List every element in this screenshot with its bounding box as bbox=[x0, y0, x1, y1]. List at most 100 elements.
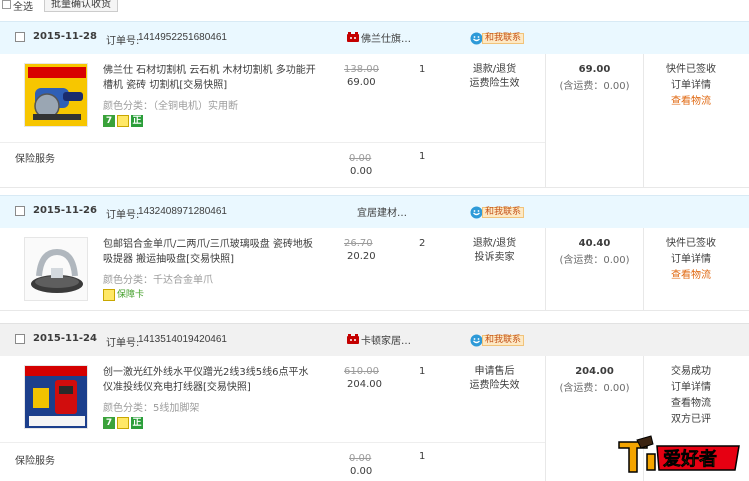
contact-label: 和我联系 bbox=[482, 335, 525, 346]
guarantee-card-label[interactable]: 保障卡 bbox=[117, 289, 144, 301]
quantity: 1 bbox=[419, 64, 426, 75]
shop-name-link[interactable]: 佛兰仕旗… bbox=[361, 30, 411, 45]
complain-seller-link[interactable]: 投诉卖家 bbox=[466, 251, 523, 265]
order-header: 2015-11-24 订单号: 1413514019420461 卡顿家居… 和… bbox=[0, 323, 749, 356]
order-detail-link[interactable]: 订单详情 bbox=[645, 78, 737, 94]
order-checkbox[interactable] bbox=[15, 206, 25, 216]
order-checkbox[interactable] bbox=[15, 32, 25, 42]
insurance-price: 0.00 bbox=[350, 166, 373, 177]
woodworking-logo-image: 爱好者 bbox=[618, 435, 740, 473]
shop-name-link[interactable]: 卡顿家居… bbox=[361, 332, 411, 347]
order-status: 快件已签收 订单详情 查看物流 bbox=[645, 236, 737, 284]
freight-insurance-link[interactable]: 运费险生效 bbox=[466, 77, 523, 91]
shop-name-link[interactable]: 宜居建材… bbox=[357, 204, 407, 219]
insurance-original-price: 0.00 bbox=[349, 453, 372, 464]
order-date: 2015-11-28 bbox=[33, 31, 97, 42]
order-item-row: 佛兰仕 石材切割机 云石机 木材切割机 多功能开槽机 瓷砖 切割机[交易快照] … bbox=[0, 54, 545, 142]
original-price: 26.70 bbox=[344, 238, 373, 249]
order-status: 快件已签收 订单详情 查看物流 bbox=[645, 62, 737, 110]
order-date: 2015-11-26 bbox=[33, 205, 97, 216]
order-checkbox[interactable] bbox=[15, 334, 25, 344]
total-price: 69.00 bbox=[578, 64, 611, 75]
after-sales-link[interactable]: 申请售后 bbox=[466, 365, 523, 379]
shipping-fee: (含运费：0.00) bbox=[559, 81, 630, 92]
insurance-row: 保险服务 0.00 0.00 1 bbox=[0, 443, 545, 481]
shipping-fee: (含运费：0.00) bbox=[559, 255, 630, 266]
insurance-row: 保险服务 0.00 0.00 1 bbox=[0, 143, 545, 188]
seven-day-return-icon[interactable]: 7 bbox=[103, 115, 115, 127]
gift-icon[interactable] bbox=[117, 417, 129, 429]
product-badges: 7正 bbox=[103, 417, 145, 430]
view-logistics-link[interactable]: 查看物流 bbox=[645, 396, 737, 412]
guarantee-card-icon[interactable] bbox=[103, 289, 115, 301]
tmall-shop-icon bbox=[347, 32, 359, 42]
batch-confirm-button[interactable]: 批量确认收货 bbox=[44, 0, 118, 12]
laser-level-image bbox=[25, 366, 87, 428]
order-total: 204.00 (含运费：0.00) bbox=[546, 366, 643, 394]
insurance-label: 保险服务 bbox=[15, 456, 55, 467]
select-all-checkbox[interactable] bbox=[2, 0, 11, 9]
view-logistics-link[interactable]: 查看物流 bbox=[645, 94, 737, 110]
order-item-row: 创一激光红外线水平仪蹭光2线3线5线6点平水仪准投线仪充电打线器[交易快照] 颜… bbox=[0, 356, 545, 442]
order-detail-link[interactable]: 订单详情 bbox=[645, 380, 737, 396]
insurance-label: 保险服务 bbox=[15, 154, 55, 165]
authentic-guarantee-icon[interactable]: 正 bbox=[131, 417, 143, 429]
product-title-link[interactable]: 创一激光红外线水平仪蹭光2线3线5线6点平水仪准投线仪充电打线器[交易快照] bbox=[103, 365, 318, 395]
watermark-logo: 爱好者 bbox=[617, 434, 743, 474]
order-date: 2015-11-24 bbox=[33, 333, 97, 344]
insurance-quantity: 1 bbox=[419, 151, 426, 162]
item-services: 退款/退货 投诉卖家 bbox=[466, 237, 523, 265]
unit-price: 20.20 bbox=[347, 251, 376, 262]
select-all-label[interactable]: 全选 bbox=[13, 0, 33, 13]
order-item-row: 包邮铝合金单爪/二两爪/三爪玻璃吸盘 瓷砖地板吸提器 搬运抽吸盘[交易快照] 颜… bbox=[0, 228, 545, 311]
status-text: 交易成功 bbox=[671, 366, 711, 377]
both-rated-link[interactable]: 双方已评 bbox=[645, 412, 737, 428]
product-badges: 7正 bbox=[103, 115, 145, 128]
order-header: 2015-11-26 订单号: 1432408971280461 宜居建材… 和… bbox=[0, 195, 749, 228]
product-thumbnail[interactable] bbox=[24, 63, 88, 127]
insurance-price: 0.00 bbox=[350, 466, 373, 477]
order-no-label: 订单号: bbox=[106, 338, 140, 349]
shipping-fee: (含运费：0.00) bbox=[559, 383, 630, 394]
contact-label: 和我联系 bbox=[482, 207, 525, 218]
order-body: 包邮铝合金单爪/二两爪/三爪玻璃吸盘 瓷砖地板吸提器 搬运抽吸盘[交易快照] 颜… bbox=[0, 228, 749, 311]
contact-label: 和我联系 bbox=[482, 33, 525, 44]
suction-cup-image bbox=[25, 238, 87, 300]
seven-day-return-icon[interactable]: 7 bbox=[103, 417, 115, 429]
order-total: 69.00 (含运费：0.00) bbox=[546, 64, 643, 92]
top-toolbar: 全选 批量确认收货 bbox=[0, 0, 749, 14]
quantity: 2 bbox=[419, 238, 426, 249]
product-badges: 保障卡 bbox=[103, 289, 144, 302]
svg-text:爱好者: 爱好者 bbox=[663, 448, 717, 470]
order-number: 1413514019420461 bbox=[138, 334, 227, 345]
unit-price: 204.00 bbox=[347, 379, 382, 390]
order-number: 1414952251680461 bbox=[138, 32, 227, 43]
product-spec: 颜色分类：千达合金单爪 bbox=[103, 275, 213, 286]
view-logistics-link[interactable]: 查看物流 bbox=[645, 268, 737, 284]
refund-return-link[interactable]: 退款/退货 bbox=[466, 63, 523, 77]
insurance-original-price: 0.00 bbox=[349, 153, 372, 164]
original-price: 610.00 bbox=[344, 366, 379, 377]
cutting-machine-image bbox=[25, 64, 87, 126]
order-no-label: 订单号: bbox=[106, 36, 140, 47]
order-detail-link[interactable]: 订单详情 bbox=[645, 252, 737, 268]
freight-insurance-link[interactable]: 运费险失效 bbox=[466, 379, 523, 393]
product-title-link[interactable]: 包邮铝合金单爪/二两爪/三爪玻璃吸盘 瓷砖地板吸提器 搬运抽吸盘[交易快照] bbox=[103, 237, 318, 267]
product-title-link[interactable]: 佛兰仕 石材切割机 云石机 木材切割机 多功能开槽机 瓷砖 切割机[交易快照] bbox=[103, 63, 318, 93]
order-status: 交易成功 订单详情 查看物流 双方已评 bbox=[645, 364, 737, 428]
product-thumbnail[interactable] bbox=[24, 365, 88, 429]
product-thumbnail[interactable] bbox=[24, 237, 88, 301]
status-text: 快件已签收 bbox=[666, 238, 716, 249]
order-no-label: 订单号: bbox=[106, 210, 140, 221]
item-services: 申请售后 运费险失效 bbox=[466, 365, 523, 393]
order-header: 2015-11-28 订单号: 1414952251680461 佛兰仕旗… 和… bbox=[0, 21, 749, 54]
total-price: 204.00 bbox=[575, 366, 614, 377]
authentic-guarantee-icon[interactable]: 正 bbox=[131, 115, 143, 127]
gift-icon[interactable] bbox=[117, 115, 129, 127]
order-number: 1432408971280461 bbox=[138, 206, 227, 217]
total-price: 40.40 bbox=[578, 238, 611, 249]
refund-return-link[interactable]: 退款/退货 bbox=[466, 237, 523, 251]
status-text: 快件已签收 bbox=[666, 64, 716, 75]
quantity: 1 bbox=[419, 366, 426, 377]
original-price: 138.00 bbox=[344, 64, 379, 75]
